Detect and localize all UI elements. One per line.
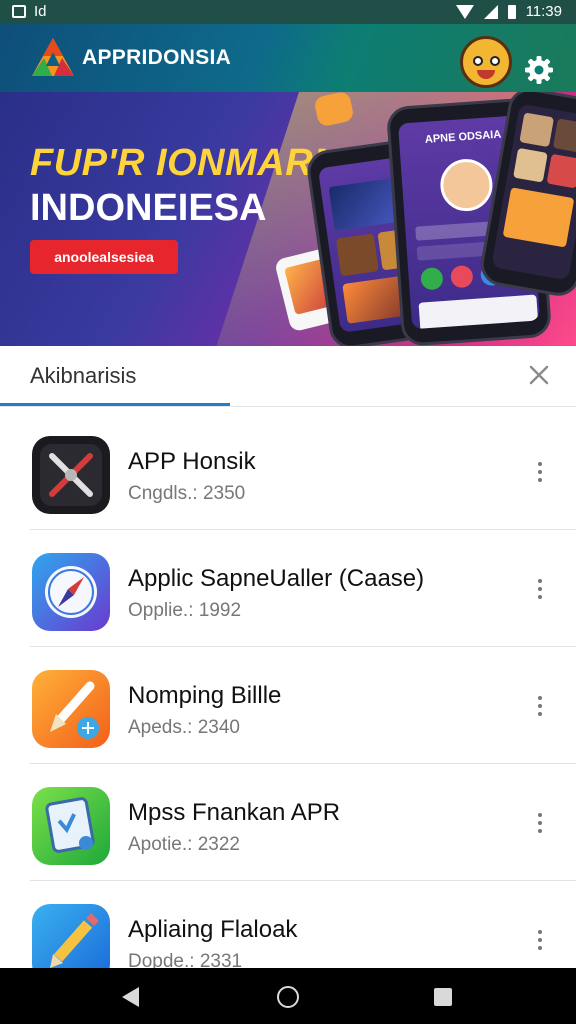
tablet-icon (32, 787, 110, 865)
banner-badge[interactable]: anoolealsesiea (30, 240, 178, 274)
active-tab-indicator (0, 403, 230, 406)
app-bar: APPRIDONSIA (0, 24, 576, 92)
status-left-text: Id (34, 3, 47, 20)
gear-icon[interactable] (524, 55, 554, 85)
brush-icon (32, 670, 110, 748)
more-icon[interactable] (532, 930, 548, 954)
app-meta: Cngdls.: 2350 (128, 483, 246, 504)
app-logo-icon (32, 38, 74, 76)
app-meta: Opplie.: 1992 (128, 600, 242, 621)
signal-icon (483, 4, 498, 19)
back-icon[interactable] (122, 987, 139, 1007)
app-name: Mpss Fnankan APR (128, 799, 341, 826)
more-icon[interactable] (532, 696, 548, 720)
app-title: APPRIDONSIA (82, 46, 232, 69)
banner-headline: FUP'R IONMARN (30, 142, 342, 184)
search-bar[interactable]: Akibnarisis (0, 346, 576, 407)
tools-icon (32, 436, 110, 514)
notification-icon (12, 5, 26, 18)
home-icon[interactable] (277, 986, 299, 1008)
close-icon[interactable] (526, 362, 552, 388)
wifi-icon (455, 4, 474, 19)
more-icon[interactable] (532, 813, 548, 837)
clock: 11:39 (525, 3, 562, 20)
app-name: APP Honsik (128, 448, 256, 475)
more-icon[interactable] (532, 579, 548, 603)
more-icon[interactable] (532, 462, 548, 486)
search-input[interactable]: Akibnarisis (30, 363, 136, 389)
app-name: Applic SapneUaller (Caase) (128, 565, 425, 592)
compass-icon (32, 553, 110, 631)
avatar[interactable] (460, 36, 512, 88)
app-meta: Apeds.: 2340 (128, 717, 240, 738)
list-item[interactable]: Applic SapneUaller (Caase) Opplie.: 1992 (0, 529, 576, 646)
app-name: Nomping Billle (128, 682, 282, 709)
app-meta: Apotie.: 2322 (128, 834, 240, 855)
list-item[interactable]: Mpss Fnankan APR Apotie.: 2322 (0, 763, 576, 880)
list-item[interactable]: Nomping Billle Apeds.: 2340 (0, 646, 576, 763)
promo-banner[interactable]: FUP'R IONMARN INDONEIESA anoolealsesiea … (0, 92, 576, 346)
banner-subheadline: INDONEIESA (30, 187, 267, 229)
status-bar: Id 11:39 (0, 0, 576, 24)
app-name: Apliaing Flaloak (128, 916, 298, 943)
system-nav-bar (0, 968, 576, 1024)
list-item[interactable]: APP Honsik Cngdls.: 2350 (0, 412, 576, 529)
recent-apps-icon[interactable] (434, 988, 452, 1006)
battery-icon (507, 4, 516, 19)
